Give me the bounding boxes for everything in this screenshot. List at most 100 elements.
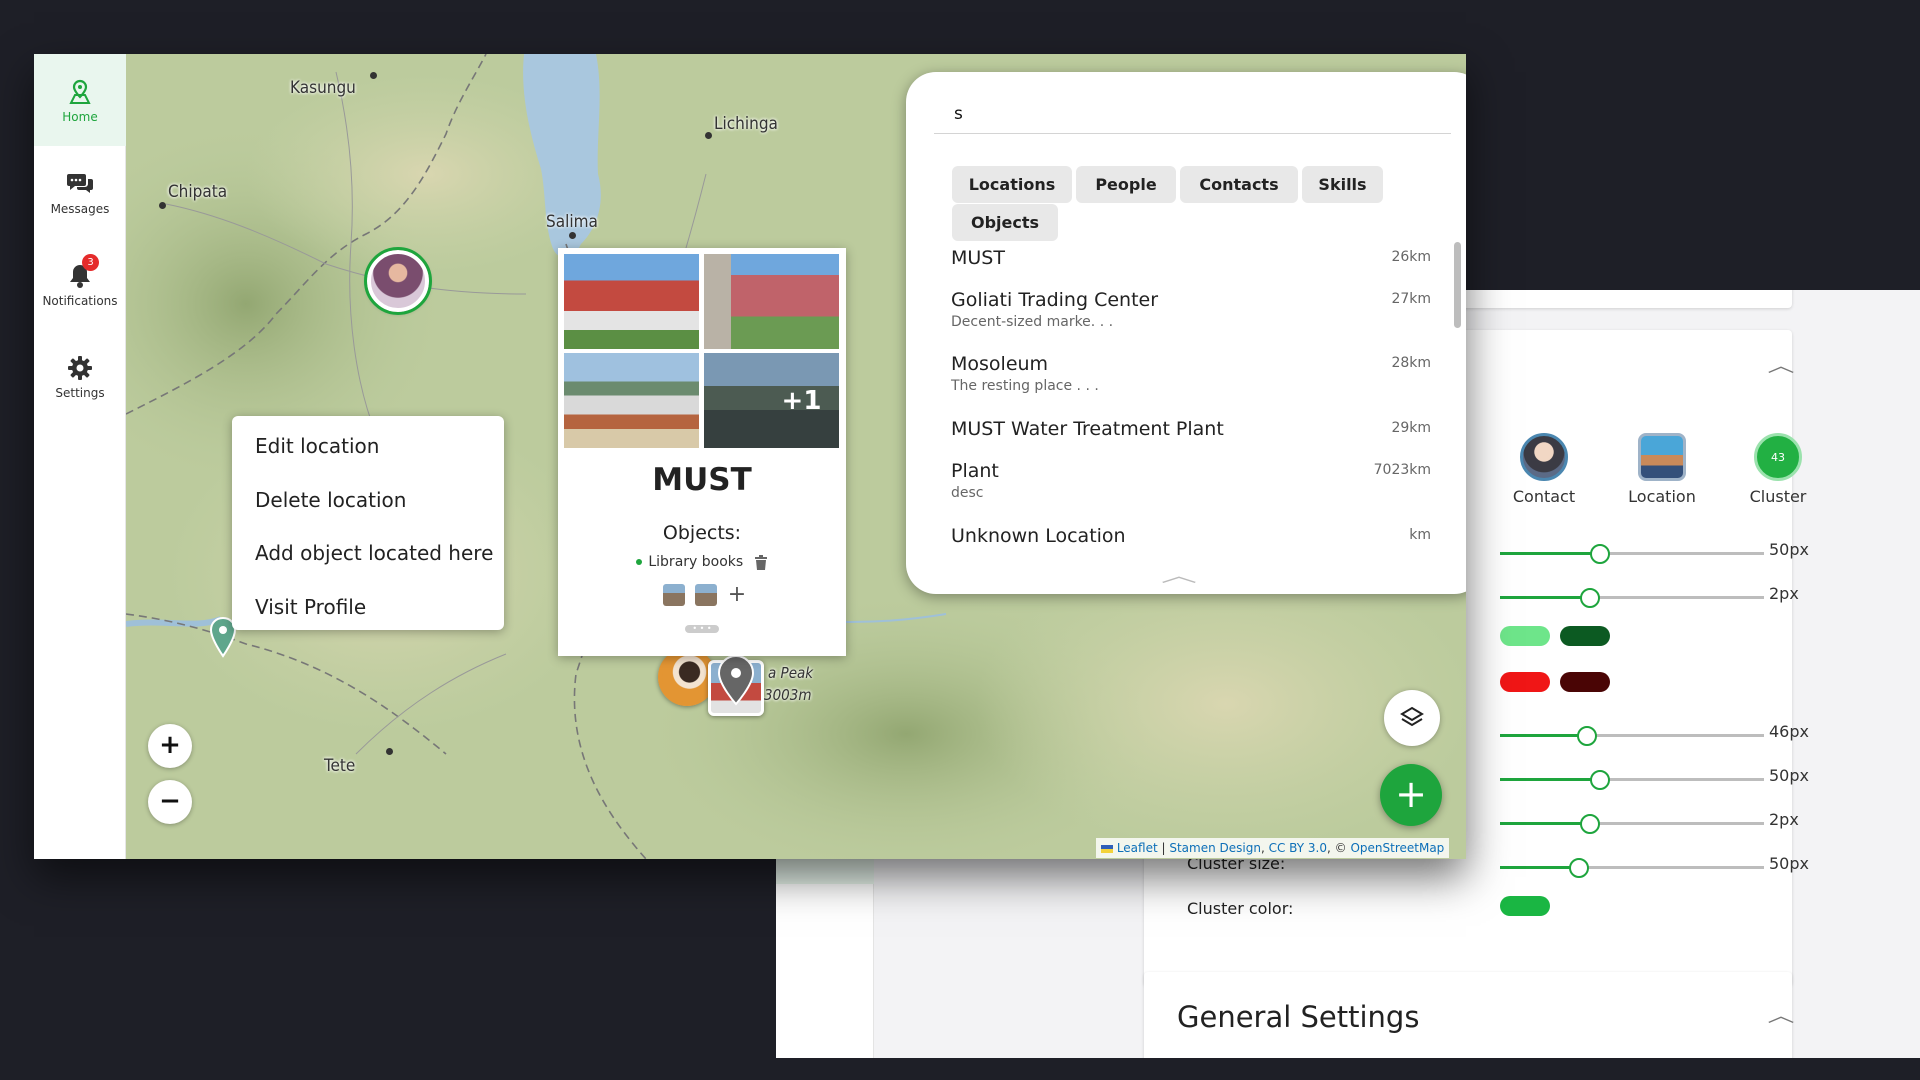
color-swatch-red[interactable] [1500,672,1550,692]
border-width-slider[interactable] [1500,588,1764,608]
city-dot [705,132,712,139]
object-name[interactable]: Library books [648,554,743,570]
place-label-chipata: Chipata [168,182,228,202]
add-object-image-button[interactable]: + [728,582,746,607]
slider-value: 46px [1769,722,1809,741]
legend-location: Location [1617,433,1707,506]
tab-objects[interactable]: Objects [952,204,1058,241]
object-thumbnail[interactable] [694,583,717,606]
location-image-icon [1638,433,1686,481]
slider-fill [1500,734,1588,737]
tab-contacts[interactable]: Contacts [1180,166,1298,203]
search-results: MUST 26km Goliati Trading Center Decent-… [936,247,1444,549]
location-title: MUST [652,462,752,498]
cluster-color-label: Cluster color: [1187,899,1294,918]
search-result[interactable]: MUST Water Treatment Plant 29km [951,418,1431,440]
nav-item-home[interactable]: Home [34,54,126,146]
layers-icon [1400,706,1424,727]
search-result[interactable]: Unknown Location km [951,525,1431,547]
object-row: Library books [558,554,846,570]
color-swatch-light-green[interactable] [1500,626,1550,646]
nav-label: Messages [50,202,110,216]
results-scrollbar[interactable] [1454,242,1461,328]
person-marker[interactable] [364,247,432,315]
menu-item-add-object[interactable]: Add object located here [232,531,504,585]
collapse-panel-chevron-icon[interactable]: ︿ [1161,562,1197,588]
chat-bubbles-icon [34,166,126,202]
result-distance: 29km [1391,420,1431,436]
nav-label: Notifications [42,294,118,308]
nav-item-settings[interactable]: Settings [34,330,126,422]
menu-item-edit-location[interactable]: Edit location [232,424,504,478]
place-label-salima: Salima [546,212,598,232]
more-photos-count: +1 [781,385,822,416]
attrib-sep: , © [1327,841,1351,855]
result-distance: km [1409,527,1431,543]
color-swatch-dark-green[interactable] [1560,626,1610,646]
result-distance: 26km [1391,249,1431,265]
map-pin-icon [34,74,126,110]
location-border-slider[interactable] [1500,814,1764,834]
slider-knob[interactable] [1577,726,1598,746]
general-settings-title: General Settings [1177,1000,1420,1034]
city-dot [386,748,393,755]
search-panel: Locations People Contacts Skills Objects… [906,72,1466,594]
location-pin-icon[interactable] [716,654,756,706]
city-dot [370,72,377,79]
location-size-slider[interactable] [1500,726,1764,746]
license-link[interactable]: CC BY 3.0 [1269,841,1327,855]
layers-button[interactable] [1384,690,1440,746]
menu-item-delete-location[interactable]: Delete location [232,478,504,532]
nav-item-notifications[interactable]: 3 Notifications [34,238,126,330]
location-photo[interactable] [704,254,839,349]
general-settings-card[interactable]: General Settings ︿ [1144,972,1795,1058]
slider-knob[interactable] [1579,814,1600,834]
location-photo-more[interactable]: +1 [704,353,839,448]
cluster-size-slider[interactable] [1500,858,1764,878]
attrib-sep: , [1260,841,1269,855]
stamen-link[interactable]: Stamen Design [1169,841,1261,855]
tab-people[interactable]: People [1076,166,1176,203]
popup-drag-handle[interactable]: • • • [685,625,719,633]
location-image-size-slider[interactable] [1500,770,1764,790]
result-name: Goliati Trading Center [951,289,1159,311]
flag-icon [1101,844,1113,853]
map-window: Home Messages 3 Notifications Settings K… [34,54,1466,859]
search-result[interactable]: Goliati Trading Center Decent-sized mark… [951,289,1431,330]
add-button[interactable]: + [1380,764,1442,826]
color-swatch-dark-red[interactable] [1560,672,1610,692]
slider-value: 50px [1769,766,1809,785]
location-photo[interactable] [564,353,699,448]
location-photo[interactable] [564,254,699,349]
collapse-chevron-icon[interactable]: ︿ [1768,1002,1795,1028]
tab-skills[interactable]: Skills [1302,166,1383,203]
leaflet-link[interactable]: Leaflet [1117,841,1158,855]
zoom-in-button[interactable]: + [148,724,192,768]
search-result[interactable]: Plant desc 7023km [951,460,1431,501]
location-popup: +1 MUST Objects: Library books + • • • [558,248,846,656]
marker-size-slider[interactable] [1500,544,1764,564]
slider-value: 50px [1769,854,1809,873]
collapse-chevron-icon[interactable]: ︿ [1768,352,1795,378]
notification-badge: 3 [82,254,99,271]
zoom-out-button[interactable]: − [148,780,192,824]
search-result[interactable]: Mosoleum The resting place . . . 28km [951,353,1431,394]
nav-item-messages[interactable]: Messages [34,146,126,238]
city-dot [159,202,166,209]
cluster-color-swatch[interactable] [1500,896,1550,916]
cluster-count: 43 [1771,450,1785,464]
trash-icon[interactable] [754,554,768,570]
result-name: MUST Water Treatment Plant [951,418,1224,440]
search-result[interactable]: MUST 26km [951,247,1431,269]
slider-value: 2px [1769,584,1799,603]
osm-link[interactable]: OpenStreetMap [1350,841,1444,855]
slider-knob[interactable] [1579,588,1600,608]
result-description: The resting place . . . [951,378,1099,394]
menu-item-visit-profile[interactable]: Visit Profile [232,585,504,639]
object-thumbnail[interactable] [662,583,685,606]
attrib-sep: | [1157,841,1170,855]
map-canvas[interactable]: Kasungu Lichinga Chipata Salima Tete a P… [126,54,1466,859]
tab-locations[interactable]: Locations [952,166,1072,203]
search-input[interactable] [934,94,1451,134]
result-distance: 28km [1391,355,1431,371]
